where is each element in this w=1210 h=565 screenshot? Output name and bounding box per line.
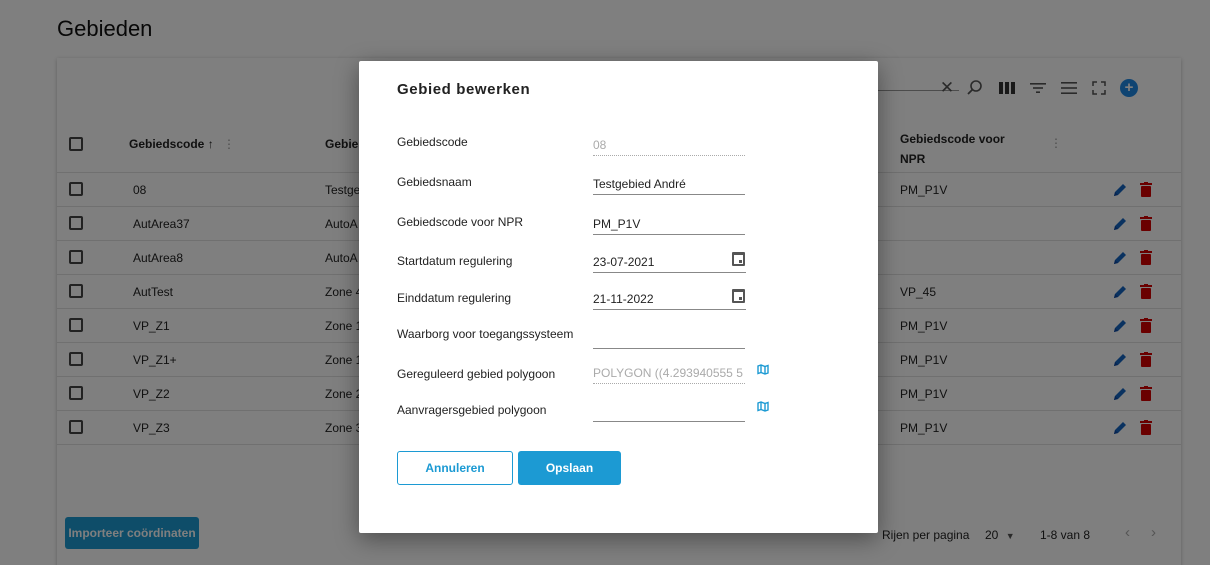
deposit-field[interactable] <box>593 327 745 349</box>
start-date-label: Startdatum regulering <box>397 254 513 268</box>
dialog-title: Gebied bewerken <box>397 81 531 98</box>
cancel-button[interactable]: Annuleren <box>397 451 513 485</box>
name-field[interactable]: Testgebied André <box>593 173 745 195</box>
start-date-field[interactable]: 23-07-2021 <box>593 251 746 273</box>
code-field: 08 <box>593 134 745 156</box>
end-date-field[interactable]: 21-11-2022 <box>593 288 746 310</box>
save-button[interactable]: Opslaan <box>518 451 621 485</box>
map-icon[interactable] <box>757 364 769 378</box>
end-date-label: Einddatum regulering <box>397 291 512 305</box>
edit-area-dialog: Gebied bewerken Gebiedscode 08 Gebiedsna… <box>359 61 878 533</box>
code-label: Gebiedscode <box>397 135 468 149</box>
applicant-polygon-field[interactable] <box>593 400 745 422</box>
polygon-label: Gereguleerd gebied polygoon <box>397 367 556 381</box>
applicant-polygon-label: Aanvragersgebied polygoon <box>397 403 547 417</box>
name-label: Gebiedsnaam <box>397 175 472 189</box>
calendar-icon[interactable] <box>732 252 745 266</box>
calendar-icon[interactable] <box>732 289 745 303</box>
map-icon[interactable] <box>757 401 769 415</box>
npr-field[interactable]: PM_P1V <box>593 213 745 235</box>
deposit-label: Waarborg voor toegangssysteem <box>397 327 574 341</box>
polygon-field: POLYGON ((4.293940555 5 <box>593 362 745 384</box>
npr-label: Gebiedscode voor NPR <box>397 215 524 229</box>
